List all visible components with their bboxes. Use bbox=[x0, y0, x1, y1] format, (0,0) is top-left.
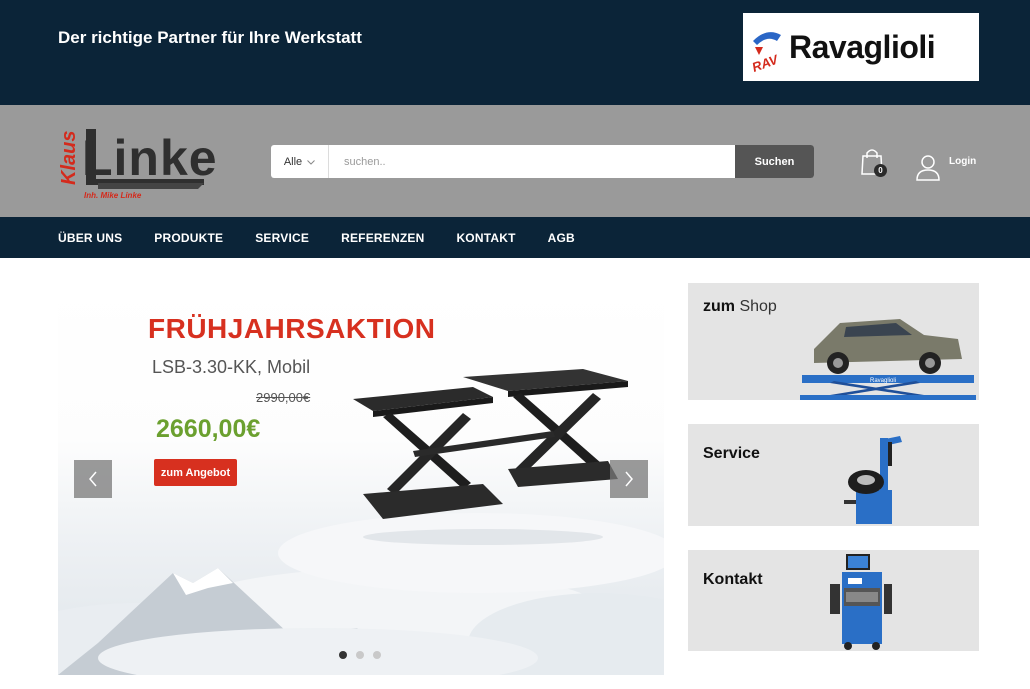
header: Klaus Linke Inh. Mike Linke Alle Suchen … bbox=[0, 105, 1030, 217]
shop-card-title-strong: zum bbox=[703, 298, 735, 315]
slider-prev-button[interactable] bbox=[74, 460, 112, 498]
search-category-label: Alle bbox=[283, 155, 303, 168]
tire-changer-image bbox=[844, 436, 902, 524]
logo-last-name: Linke bbox=[82, 130, 218, 186]
nav-item-kontakt[interactable]: KONTAKT bbox=[456, 231, 515, 245]
slider-dot[interactable] bbox=[356, 651, 364, 659]
shop-card-title-light: Shop bbox=[739, 298, 777, 315]
search-input[interactable] bbox=[329, 145, 735, 178]
nav-item-referenzen[interactable]: REFERENZEN bbox=[341, 231, 424, 245]
shop-card[interactable]: zum Shop Ravaglioli bbox=[688, 283, 979, 400]
car-on-lift-image: Ravaglioli bbox=[800, 319, 976, 400]
promo-old-price: 2990,00€ bbox=[256, 390, 311, 405]
logo-first-name: Klaus bbox=[58, 130, 80, 185]
nav-item-agb[interactable]: AGB bbox=[548, 231, 575, 245]
service-card[interactable]: Service bbox=[688, 424, 979, 526]
promo-price: 2660,00€ bbox=[156, 415, 261, 443]
brand-name: Ravaglioli bbox=[789, 28, 936, 65]
chevron-left-icon bbox=[89, 471, 97, 487]
search-category-select[interactable]: Alle bbox=[271, 145, 329, 178]
service-card-title: Service bbox=[703, 445, 760, 462]
search-button[interactable]: Suchen bbox=[735, 145, 814, 178]
slider-dot[interactable] bbox=[373, 651, 381, 659]
search-bar: Alle Suchen bbox=[271, 145, 814, 178]
scissor-lift-image bbox=[353, 369, 628, 545]
site-logo[interactable]: Klaus Linke Inh. Mike Linke bbox=[58, 123, 217, 203]
svg-text:RAV: RAV bbox=[750, 51, 781, 73]
ravaglioli-mark-icon: RAV bbox=[749, 21, 785, 75]
kontakt-card-title: Kontakt bbox=[703, 571, 763, 588]
nav-item-service[interactable]: SERVICE bbox=[255, 231, 309, 245]
shop-card-title: zum Shop bbox=[703, 298, 777, 316]
main-nav: ÜBER UNS PRODUKTE SERVICE REFERENZEN KON… bbox=[0, 217, 1030, 258]
user-icon[interactable] bbox=[914, 153, 942, 181]
nav-item-ueber-uns[interactable]: ÜBER UNS bbox=[58, 231, 122, 245]
chevron-down-icon bbox=[307, 156, 316, 168]
slider-next-button[interactable] bbox=[610, 460, 648, 498]
zum-angebot-button[interactable]: zum Angebot bbox=[154, 459, 237, 486]
slider-dot[interactable] bbox=[339, 651, 347, 659]
top-bar: Der richtige Partner für Ihre Werkstatt … bbox=[0, 0, 1030, 105]
nav-item-produkte[interactable]: PRODUKTE bbox=[154, 231, 223, 245]
cart-button[interactable]: 0 bbox=[859, 147, 889, 179]
logo-subtitle: Inh. Mike Linke bbox=[84, 191, 142, 200]
lift-brand-label: Ravaglioli bbox=[870, 378, 896, 384]
wheel-alignment-machine-image bbox=[830, 554, 892, 650]
ravaglioli-logo[interactable]: RAV Ravaglioli bbox=[743, 13, 979, 81]
slider-dots bbox=[339, 651, 381, 659]
chevron-right-icon bbox=[625, 471, 633, 487]
login-link[interactable]: Login bbox=[949, 156, 976, 167]
cart-count-badge: 0 bbox=[874, 164, 887, 177]
hero-slider: FRÜHJAHRSAKTION LSB-3.30-KK, Mobil 2990,… bbox=[58, 283, 664, 675]
kontakt-card[interactable]: Kontakt bbox=[688, 550, 979, 651]
tagline: Der richtige Partner für Ihre Werkstatt bbox=[58, 28, 362, 47]
promo-model: LSB-3.30-KK, Mobil bbox=[152, 357, 311, 377]
promo-title: FRÜHJAHRSAKTION bbox=[148, 313, 436, 344]
